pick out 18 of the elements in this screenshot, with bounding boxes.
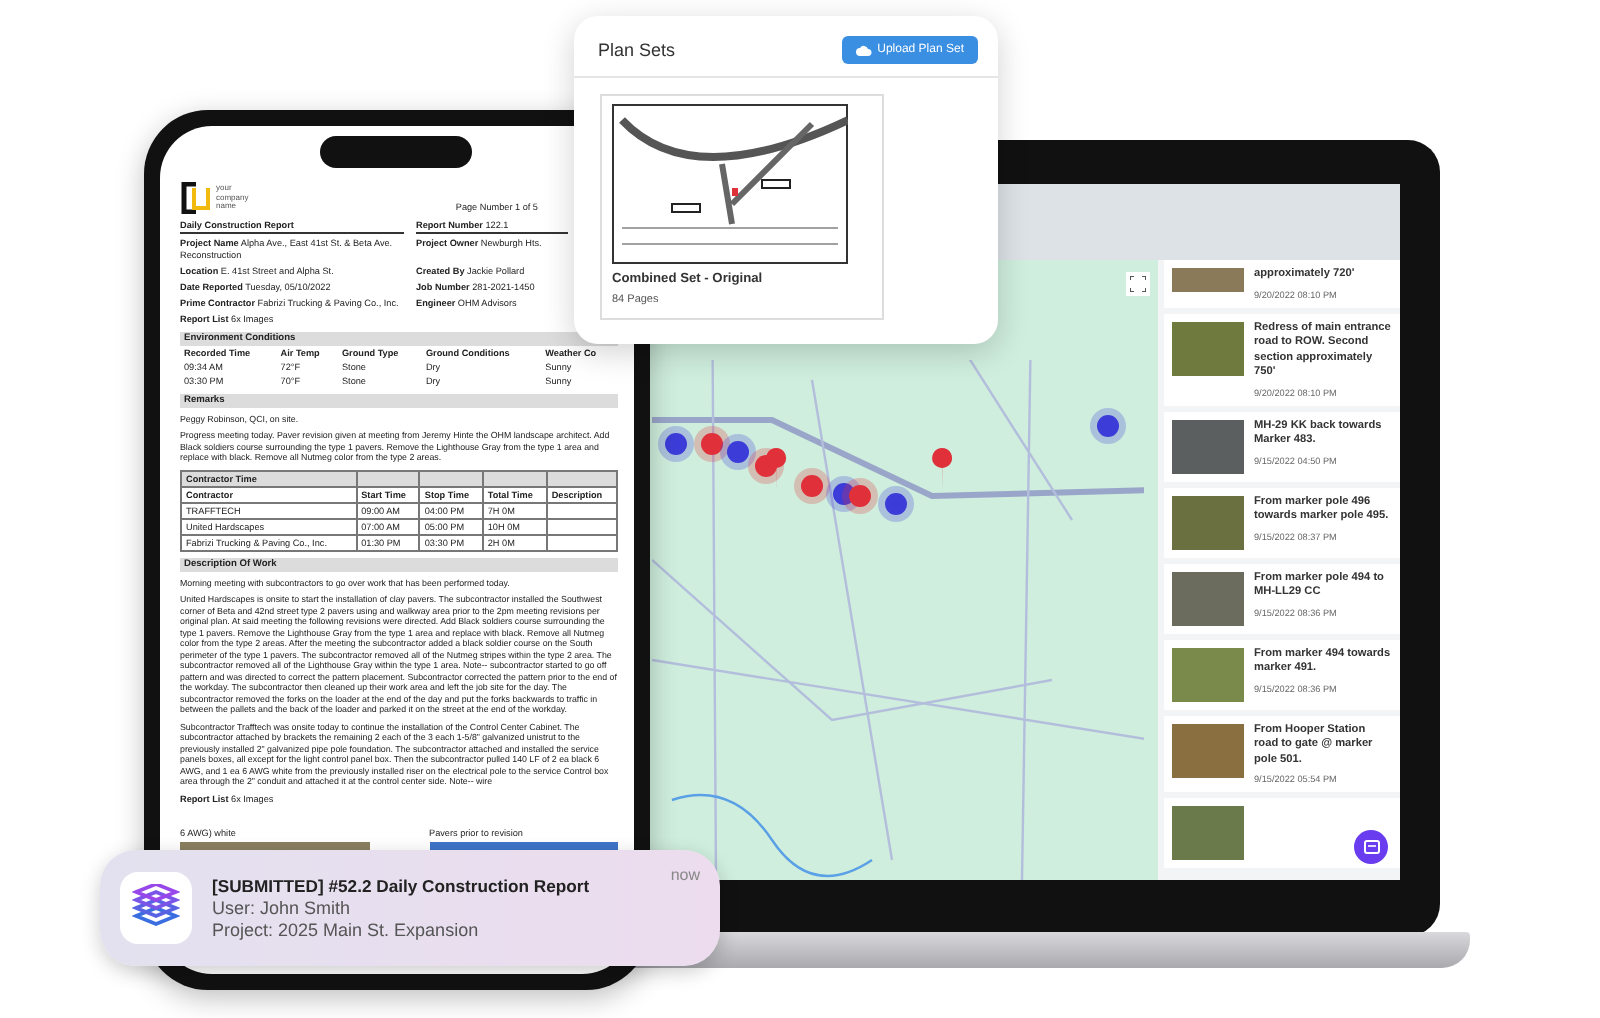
cloud-upload-icon — [855, 44, 872, 56]
chat-icon — [1363, 839, 1379, 855]
notification-project: Project: 2025 Main St. Expansion — [212, 920, 481, 940]
photo-placeholder — [1172, 321, 1244, 376]
notification-time: now — [670, 866, 700, 884]
expand-icon — [1130, 276, 1146, 292]
photo-placeholder — [1172, 571, 1244, 626]
photo-placeholder — [1172, 647, 1244, 702]
photo-placeholder — [1172, 806, 1244, 861]
photo-feed-item[interactable] — [1164, 798, 1400, 869]
stacked-layers-icon — [132, 884, 180, 932]
photo-placeholder — [1172, 495, 1244, 550]
card-title: Plan Sets — [598, 40, 676, 60]
photo-placeholder — [1172, 723, 1244, 778]
company-logo-icon — [180, 182, 212, 214]
expand-button[interactable] — [1126, 272, 1150, 296]
photo-placeholder — [1172, 268, 1244, 292]
photo-placeholder — [1172, 419, 1244, 474]
